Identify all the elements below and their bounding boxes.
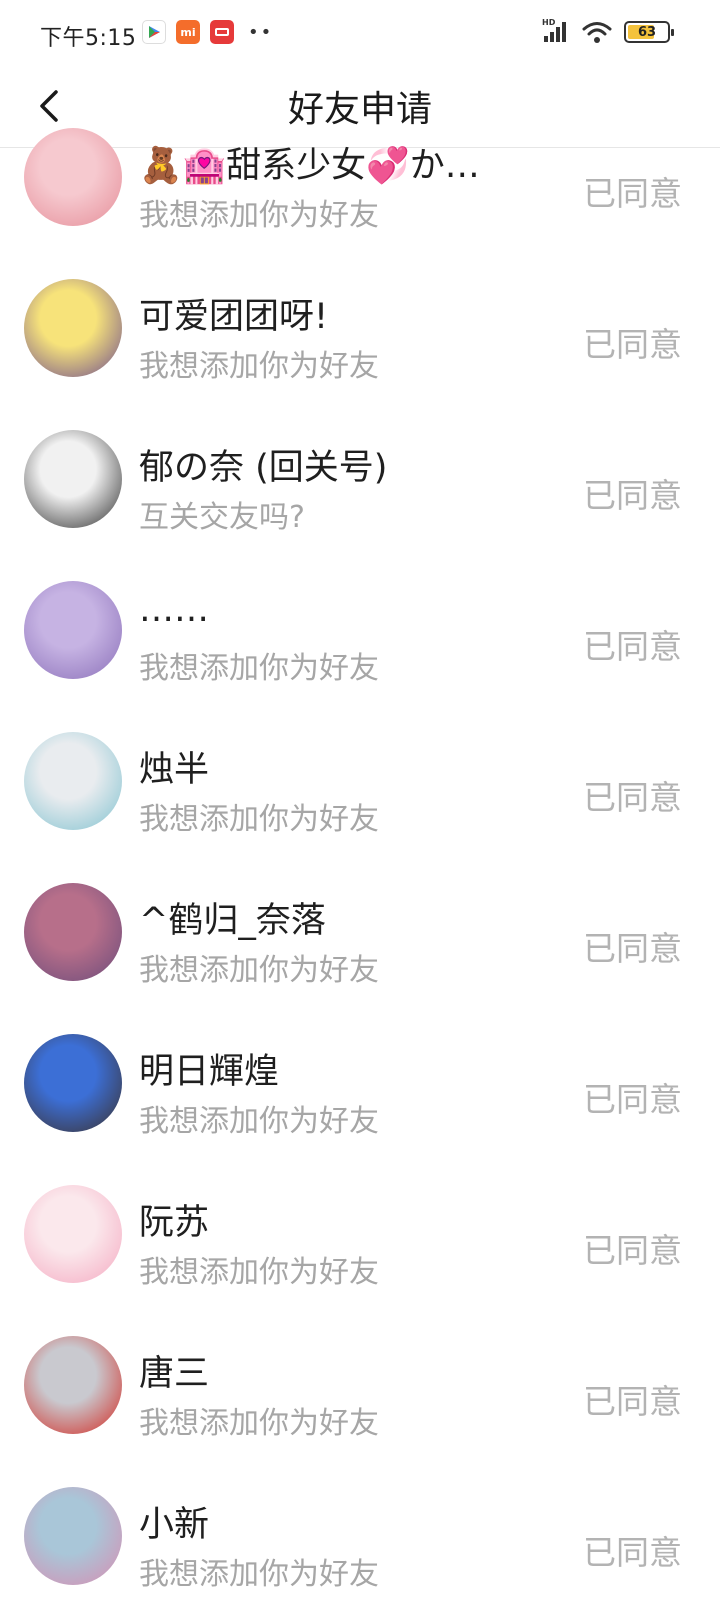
friend-request-row[interactable]: 阮苏我想添加你为好友 已同意 xyxy=(0,1158,720,1309)
request-message: 我想添加你为好友 xyxy=(139,198,379,233)
requester-name: 烛半 xyxy=(139,750,210,790)
play-store-notification-icon xyxy=(142,20,166,44)
avatar[interactable] xyxy=(24,279,122,377)
requester-name: 🧸🏩甜系少女💞か… xyxy=(139,146,480,186)
battery-level: 63 xyxy=(637,24,657,40)
wifi-icon xyxy=(582,20,612,44)
request-status: 已同意 xyxy=(583,1231,682,1270)
more-notifications-icon: •• xyxy=(248,21,274,43)
requester-name: 唐三 xyxy=(139,1354,210,1394)
avatar[interactable] xyxy=(24,1034,122,1132)
requester-name: 郁の奈 (回关号) xyxy=(139,448,388,488)
avatar[interactable] xyxy=(24,1185,122,1283)
mi-app-notification-icon: mi xyxy=(176,20,200,44)
notification-icons: mi •• xyxy=(142,20,273,44)
request-status: 已同意 xyxy=(583,627,682,666)
requester-name: …… xyxy=(139,590,209,630)
requester-name: 明日輝煌 xyxy=(139,1052,280,1092)
request-status: 已同意 xyxy=(583,476,682,515)
avatar[interactable] xyxy=(24,430,122,528)
request-message: 我想添加你为好友 xyxy=(139,1406,379,1441)
friend-request-row[interactable]: 郁の奈 (回关号) 互关交友吗? 已同意 xyxy=(0,403,720,554)
request-status: 已同意 xyxy=(583,174,682,213)
signal-icon: HD xyxy=(542,18,570,44)
avatar[interactable] xyxy=(24,581,122,679)
request-message: 互关交友吗? xyxy=(139,500,305,535)
avatar[interactable] xyxy=(24,883,122,981)
request-message: 我想添加你为好友 xyxy=(139,953,379,988)
request-status: 已同意 xyxy=(583,1080,682,1119)
request-message: 我想添加你为好友 xyxy=(139,1557,379,1592)
requester-name: 阮苏 xyxy=(139,1203,210,1243)
request-message: 我想添加你为好友 xyxy=(139,1255,379,1290)
avatar[interactable] xyxy=(24,128,122,226)
friend-request-row[interactable]: 🧸🏩甜系少女💞か… 我想添加你为好友 已同意 xyxy=(0,101,720,252)
avatar[interactable] xyxy=(24,1487,122,1585)
requester-name: 小新 xyxy=(139,1505,210,1545)
friend-request-row[interactable]: 明日輝煌我想添加你为好友 已同意 xyxy=(0,1007,720,1158)
request-message: 我想添加你为好友 xyxy=(139,1104,379,1139)
friend-request-row[interactable]: ^鹤归_奈落我想添加你为好友 已同意 xyxy=(0,856,720,1007)
friend-request-row[interactable]: 小新我想添加你为好友 已同意 xyxy=(0,1460,720,1600)
avatar[interactable] xyxy=(24,1336,122,1434)
friend-request-row[interactable]: 唐三我想添加你为好友 已同意 xyxy=(0,1309,720,1460)
request-status: 已同意 xyxy=(583,1533,682,1572)
request-status: 已同意 xyxy=(583,929,682,968)
request-status: 已同意 xyxy=(583,325,682,364)
battery-icon: 63 xyxy=(624,21,674,43)
friend-request-row[interactable]: 烛半我想添加你为好友 已同意 xyxy=(0,705,720,856)
request-message: 我想添加你为好友 xyxy=(139,349,379,384)
requester-name: 可爱团团呀! xyxy=(139,297,329,337)
requester-name: ^鹤归_奈落 xyxy=(139,901,326,941)
status-bar: 下午5:15 mi •• HD 63 xyxy=(0,0,720,66)
avatar[interactable] xyxy=(24,732,122,830)
status-time: 下午5:15 xyxy=(40,26,137,51)
app-notification-icon xyxy=(210,20,234,44)
friend-request-row[interactable]: 可爱团团呀! 我想添加你为好友 已同意 xyxy=(0,252,720,403)
friend-request-row[interactable]: …… 我想添加你为好友 已同意 xyxy=(0,554,720,705)
request-message: 我想添加你为好友 xyxy=(139,802,379,837)
request-status: 已同意 xyxy=(583,1382,682,1421)
network-type-label: HD xyxy=(542,18,556,27)
system-icons: HD 63 xyxy=(542,18,674,44)
request-message: 我想添加你为好友 xyxy=(139,651,379,686)
request-status: 已同意 xyxy=(583,778,682,817)
